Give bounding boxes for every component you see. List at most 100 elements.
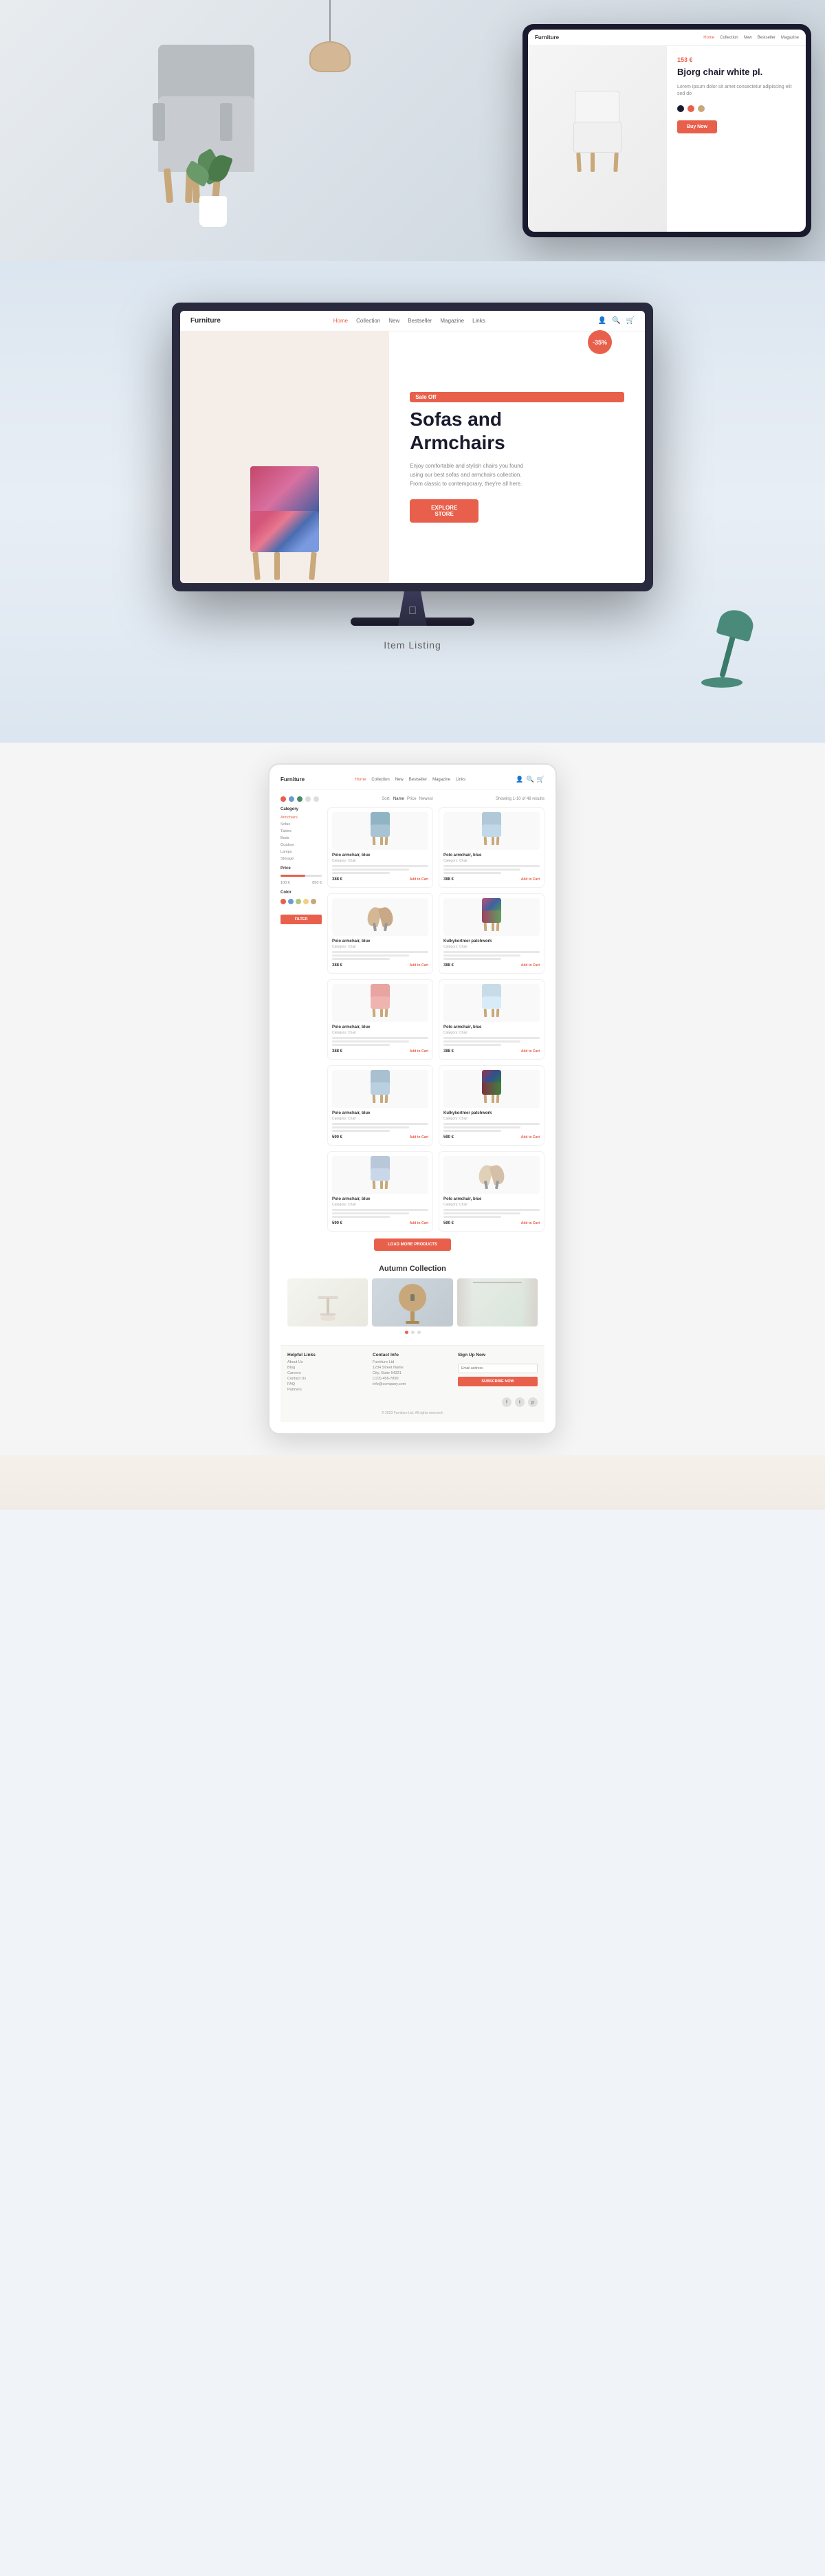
product-img-2	[443, 812, 540, 850]
add-to-cart-4[interactable]: Add to Cart	[521, 962, 540, 969]
filter-dot-red[interactable]	[280, 796, 286, 802]
color-swatch-yellow[interactable]	[303, 899, 309, 904]
sidebar-item-sofas[interactable]: Sofas	[280, 822, 322, 827]
add-to-cart-6[interactable]: Add to Cart	[521, 1048, 540, 1055]
filter-dot-gray2[interactable]	[314, 796, 319, 802]
nav-dot-3[interactable]	[417, 1331, 421, 1334]
cart-icon[interactable]: 🛒	[626, 317, 635, 325]
nav-dot-2[interactable]	[411, 1331, 415, 1334]
footer-email[interactable]: info@company.com	[373, 1382, 452, 1386]
listing-nav-home[interactable]: Home	[355, 778, 366, 782]
pib-leg-21	[496, 1095, 500, 1103]
user-icon[interactable]: 👤	[598, 317, 606, 325]
product-desc-2	[443, 865, 540, 874]
subscribe-button[interactable]: SUBSCRIBE NOW	[458, 1377, 538, 1386]
tablet-buy-button[interactable]: Buy Now	[677, 120, 717, 133]
sidebar-item-beds[interactable]: Beds	[280, 836, 322, 840]
listing-nav-new[interactable]: New	[395, 778, 404, 782]
pib-leg-2	[380, 837, 383, 845]
round-table-leg	[410, 1311, 415, 1321]
listing-nav-bestseller[interactable]: Bestseller	[409, 778, 427, 782]
imac-nav-links[interactable]: Links	[472, 318, 485, 324]
add-to-cart-3[interactable]: Add to Cart	[410, 962, 428, 969]
footer-phone[interactable]: (123) 456-7890	[373, 1377, 452, 1381]
color-dark[interactable]	[677, 105, 684, 112]
product-sub-9: Category: Chair	[332, 1203, 428, 1207]
footer-col1-title: Helpful Links	[287, 1353, 367, 1357]
tablet-nav-bestseller[interactable]: Bestseller	[758, 36, 776, 40]
tablet-nav-collection[interactable]: Collection	[720, 36, 738, 40]
add-to-cart-9[interactable]: Add to Cart	[410, 1220, 428, 1227]
color-swatch-tan[interactable]	[311, 899, 316, 904]
listing-nav-magazine[interactable]: Magazine	[432, 778, 450, 782]
color-swatch-red[interactable]	[280, 899, 286, 904]
listing-nav-collection[interactable]: Collection	[371, 778, 389, 782]
tablet-nav-home[interactable]: Home	[703, 36, 714, 40]
imac-nav: Furniture Home Collection New Bestseller…	[180, 311, 645, 331]
listing-nav-links[interactable]: Links	[456, 778, 465, 782]
search-icon[interactable]: 🔍	[612, 317, 620, 325]
sidebar-item-tables[interactable]: Tables	[280, 829, 322, 833]
pib-leg-3	[385, 837, 388, 845]
sidebar-item-armchairs[interactable]: Armchairs	[280, 816, 322, 820]
footer-link-faq[interactable]: FAQ	[287, 1382, 367, 1386]
sort-newest[interactable]: Newest	[419, 797, 433, 801]
filter-dot-green[interactable]	[297, 796, 302, 802]
add-to-cart-1[interactable]: Add to Cart	[410, 876, 428, 883]
add-to-cart-10[interactable]: Add to Cart	[521, 1220, 540, 1227]
color-red[interactable]	[688, 105, 694, 112]
add-to-cart-5[interactable]: Add to Cart	[410, 1048, 428, 1055]
color-tan[interactable]	[698, 105, 705, 112]
desc-line	[332, 1216, 390, 1218]
add-to-cart-2[interactable]: Add to Cart	[521, 876, 540, 883]
color-swatch-blue[interactable]	[288, 899, 294, 904]
sort-price[interactable]: Price	[407, 797, 417, 801]
price-slider[interactable]	[280, 875, 322, 877]
product-price-4: 388 €	[443, 963, 454, 968]
listing-user-icon[interactable]: 👤	[516, 776, 523, 783]
tablet-nav-magazine[interactable]: Magazine	[781, 36, 799, 40]
imac-nav-magazine[interactable]: Magazine	[440, 318, 464, 324]
add-to-cart-8[interactable]: Add to Cart	[521, 1134, 540, 1141]
footer-link-about[interactable]: About Us	[287, 1360, 367, 1364]
imac-nav-bestseller[interactable]: Bestseller	[408, 318, 432, 324]
desc-line	[332, 1123, 428, 1125]
sidebar-item-outdoor[interactable]: Outdoor	[280, 843, 322, 847]
tablet-content: 153 € Bjorg chair white pl. Lorem ipsum …	[528, 46, 806, 232]
tablet-nav-new[interactable]: New	[744, 36, 752, 40]
footer-link-blog[interactable]: Blog	[287, 1366, 367, 1370]
add-to-cart-7[interactable]: Add to Cart	[410, 1134, 428, 1141]
curtain-left	[457, 1278, 473, 1327]
pib-leg-13	[484, 1009, 487, 1017]
imac-nav-new[interactable]: New	[388, 318, 399, 324]
imac-nav-home[interactable]: Home	[333, 318, 348, 324]
imac-screen-housing: Furniture Home Collection New Bestseller…	[172, 303, 653, 591]
price-max: 850 €	[312, 881, 322, 885]
desc-line	[332, 954, 409, 957]
desk-lamp	[701, 622, 742, 688]
subscribe-email-input[interactable]	[458, 1364, 538, 1373]
butterfly-chair-1	[366, 904, 394, 931]
footer-link-contact[interactable]: Contact Us	[287, 1377, 367, 1381]
footer-social: f t p	[287, 1397, 538, 1407]
desc-line	[443, 954, 520, 957]
twitter-icon[interactable]: t	[515, 1397, 525, 1407]
footer-link-careers[interactable]: Careers	[287, 1371, 367, 1375]
apply-filter-button[interactable]: FILTER	[280, 915, 322, 924]
footer-col-3: Sign Up Now SUBSCRIBE NOW	[458, 1353, 538, 1393]
load-more-button[interactable]: LOAD MORE PRODUCTS	[374, 1238, 451, 1251]
listing-cart-icon[interactable]: 🛒	[537, 776, 544, 783]
filter-dot-blue[interactable]	[289, 796, 294, 802]
imac-shop-button[interactable]: EXPLORE STORE	[410, 499, 478, 523]
sidebar-item-lamps[interactable]: Lamps	[280, 850, 322, 854]
imac-nav-collection[interactable]: Collection	[356, 318, 380, 324]
filter-dot-gray[interactable]	[305, 796, 311, 802]
sidebar-item-storage[interactable]: Storage	[280, 857, 322, 861]
color-swatch-green[interactable]	[296, 899, 301, 904]
nav-dot-1[interactable]	[405, 1331, 408, 1334]
listing-search-icon[interactable]: 🔍	[527, 776, 534, 783]
sort-value[interactable]: Name	[393, 797, 404, 801]
facebook-icon[interactable]: f	[502, 1397, 512, 1407]
footer-link-partners[interactable]: Partners	[287, 1388, 367, 1392]
pinterest-icon[interactable]: p	[528, 1397, 538, 1407]
